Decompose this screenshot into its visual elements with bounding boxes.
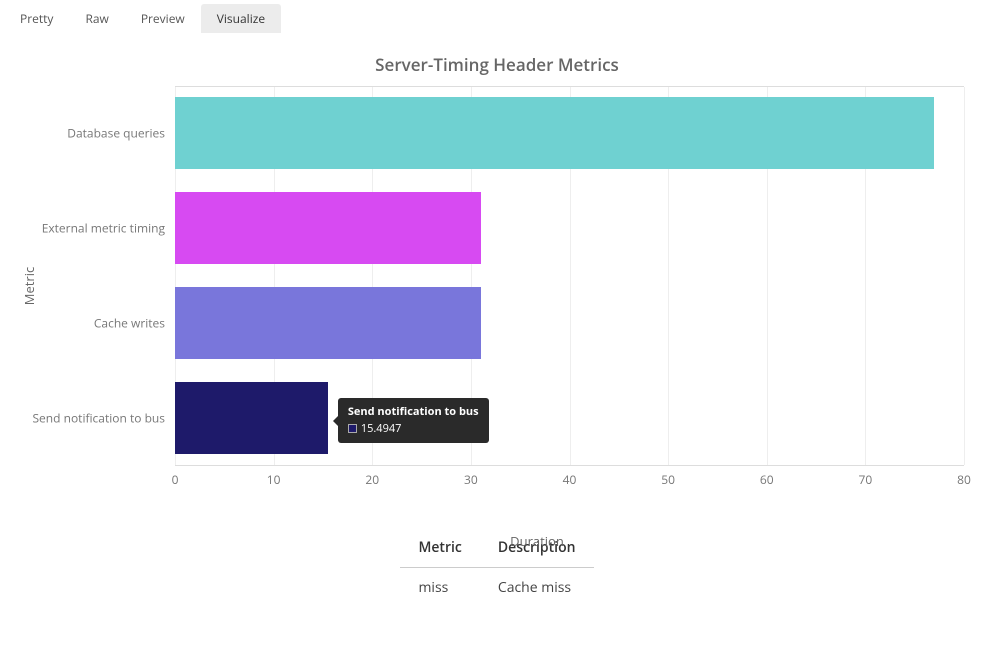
tooltip-swatch bbox=[348, 424, 357, 433]
chart-title: Server-Timing Header Metrics bbox=[0, 53, 994, 76]
x-tick: 30 bbox=[464, 471, 478, 488]
chart-tooltip: Send notification to bus15.4947 bbox=[338, 398, 489, 443]
y-axis-label: Metric bbox=[20, 267, 38, 305]
bar-row: Send notification to bus bbox=[175, 382, 964, 454]
x-tick: 0 bbox=[172, 471, 179, 488]
category-label: Send notification to bus bbox=[32, 410, 165, 427]
x-axis-ticks: 01020304050607080 bbox=[175, 471, 964, 491]
chart-plot: Database queries External metric timing Ca… bbox=[175, 86, 964, 466]
x-tick: 50 bbox=[661, 471, 675, 488]
x-tick: 20 bbox=[365, 471, 379, 488]
category-label: Database queries bbox=[67, 125, 165, 142]
tab-pretty[interactable]: Pretty bbox=[4, 4, 69, 33]
tooltip-value: 15.4947 bbox=[361, 421, 402, 436]
bar[interactable] bbox=[175, 192, 481, 264]
x-tick: 40 bbox=[563, 471, 577, 488]
view-tabs: Pretty Raw Preview Visualize bbox=[0, 0, 994, 33]
tab-preview[interactable]: Preview bbox=[125, 4, 201, 33]
bar[interactable] bbox=[175, 287, 481, 359]
tab-raw[interactable]: Raw bbox=[69, 4, 124, 33]
gridline bbox=[964, 87, 965, 465]
bar-row: External metric timing bbox=[175, 192, 964, 264]
x-tick: 60 bbox=[760, 471, 774, 488]
bar[interactable] bbox=[175, 97, 934, 169]
cell-description: Cache miss bbox=[480, 568, 594, 608]
cell-metric: miss bbox=[400, 568, 479, 608]
tab-visualize[interactable]: Visualize bbox=[201, 4, 281, 33]
tooltip-title: Send notification to bus bbox=[348, 404, 479, 421]
x-axis-label: Duration bbox=[100, 532, 974, 550]
table-row: miss Cache miss bbox=[400, 568, 593, 608]
category-label: Cache writes bbox=[94, 315, 165, 332]
chart-area: Metric Database queries External metric t… bbox=[20, 86, 974, 486]
bar-row: Database queries bbox=[175, 97, 964, 169]
category-label: External metric timing bbox=[42, 220, 165, 237]
x-tick: 10 bbox=[267, 471, 281, 488]
x-tick: 80 bbox=[957, 471, 971, 488]
x-tick: 70 bbox=[859, 471, 873, 488]
bar[interactable] bbox=[175, 382, 328, 454]
bar-row: Cache writes bbox=[175, 287, 964, 359]
